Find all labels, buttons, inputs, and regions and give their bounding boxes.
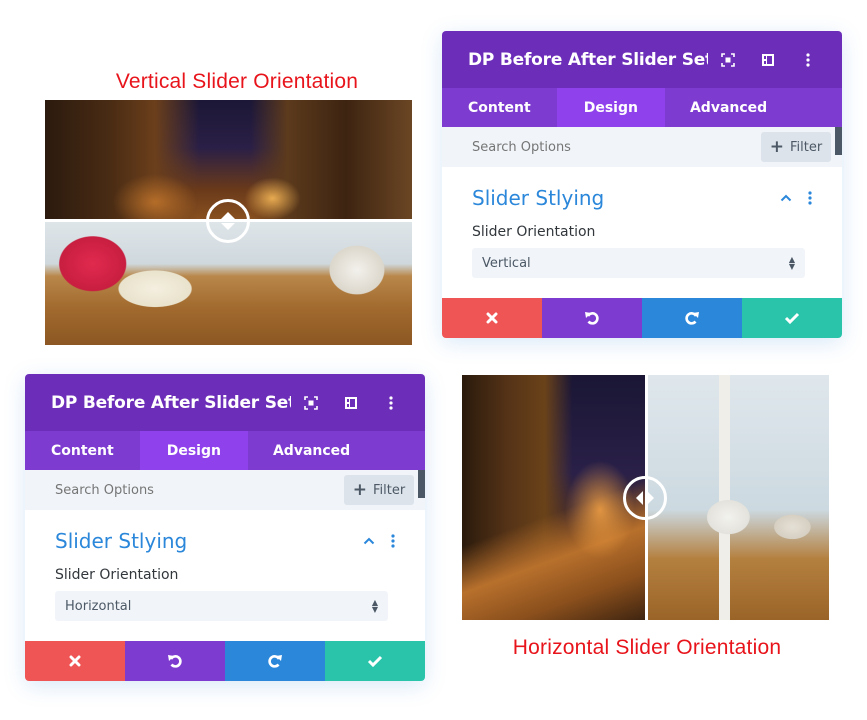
select-arrows-icon: ▲ ▼	[371, 598, 378, 614]
after-image-room-interior	[645, 375, 829, 620]
slider-orientation-select[interactable]: Horizontal ▲ ▼	[55, 591, 388, 621]
cancel-button[interactable]	[25, 641, 125, 681]
settings-panel-horizontal: DP Before After Slider Setti... Content …	[25, 374, 425, 681]
cancel-icon	[486, 312, 498, 324]
search-row: + Filter	[442, 127, 842, 167]
more-options-icon[interactable]	[371, 388, 411, 418]
section-options-icon[interactable]	[379, 534, 395, 548]
settings-panel-vertical: DP Before After Slider Setti... Content …	[442, 31, 842, 338]
section-options-icon[interactable]	[796, 191, 812, 205]
search-row: + Filter	[25, 470, 425, 510]
tab-content[interactable]: Content	[442, 88, 557, 127]
panel-footer	[442, 298, 842, 338]
panel-tabs: Content Design Advanced	[25, 431, 425, 470]
undo-icon	[168, 655, 182, 668]
save-button[interactable]	[325, 641, 425, 681]
horizontal-before-after-slider[interactable]	[462, 375, 829, 620]
cancel-button[interactable]	[442, 298, 542, 338]
search-options-input[interactable]	[472, 139, 761, 155]
before-image-night-street	[462, 375, 646, 620]
undo-icon	[585, 312, 599, 325]
panel-body: Slider Stlying Slider Orientation Horizo…	[25, 510, 425, 641]
plus-icon: +	[769, 136, 785, 157]
tab-advanced[interactable]: Advanced	[665, 88, 793, 127]
fullscreen-icon[interactable]	[291, 388, 331, 418]
split-view-icon[interactable]	[748, 45, 788, 75]
tab-advanced[interactable]: Advanced	[248, 431, 376, 470]
tab-content[interactable]: Content	[25, 431, 140, 470]
chevron-up-icon[interactable]	[776, 188, 796, 208]
redo-icon	[268, 655, 282, 668]
section-title: Slider Stlying	[472, 186, 605, 210]
select-value: Vertical	[482, 255, 531, 271]
filter-button[interactable]: + Filter	[344, 475, 414, 505]
tab-design[interactable]: Design	[139, 431, 248, 470]
section-header[interactable]: Slider Stlying	[55, 526, 395, 556]
more-options-icon[interactable]	[788, 45, 828, 75]
panel-header: DP Before After Slider Setti...	[25, 374, 425, 431]
slider-orientation-label: Slider Orientation	[55, 567, 179, 583]
vertical-before-after-slider[interactable]	[45, 100, 412, 345]
chevron-up-icon[interactable]	[359, 531, 379, 551]
panel-tabs: Content Design Advanced	[442, 88, 842, 127]
plus-icon: +	[352, 479, 368, 500]
slider-handle[interactable]	[206, 199, 250, 243]
filter-label: Filter	[373, 482, 406, 498]
panel-body: Slider Stlying Slider Orientation Vertic…	[442, 167, 842, 298]
undo-button[interactable]	[125, 641, 225, 681]
slider-handle[interactable]	[623, 476, 667, 520]
cancel-icon	[69, 655, 81, 667]
save-check-icon	[784, 312, 800, 324]
panel-header: DP Before After Slider Setti...	[442, 31, 842, 88]
filter-label: Filter	[790, 139, 823, 155]
section-header[interactable]: Slider Stlying	[472, 183, 812, 213]
panel-footer	[25, 641, 425, 681]
save-button[interactable]	[742, 298, 842, 338]
save-check-icon	[367, 655, 383, 667]
fullscreen-icon[interactable]	[708, 45, 748, 75]
search-options-input[interactable]	[55, 482, 344, 498]
vertical-orientation-caption: Vertical Slider Orientation	[115, 70, 359, 93]
scrollbar[interactable]	[418, 470, 425, 498]
horizontal-orientation-caption: Horizontal Slider Orientation	[512, 636, 782, 659]
tab-design[interactable]: Design	[556, 88, 665, 127]
split-view-icon[interactable]	[331, 388, 371, 418]
redo-button[interactable]	[642, 298, 742, 338]
slider-orientation-label: Slider Orientation	[472, 224, 596, 240]
slider-orientation-select[interactable]: Vertical ▲ ▼	[472, 248, 805, 278]
redo-button[interactable]	[225, 641, 325, 681]
panel-title: DP Before After Slider Setti...	[468, 49, 708, 70]
redo-icon	[685, 312, 699, 325]
scrollbar[interactable]	[835, 127, 842, 155]
select-arrows-icon: ▲ ▼	[788, 255, 795, 271]
panel-title: DP Before After Slider Setti...	[51, 392, 291, 413]
filter-button[interactable]: + Filter	[761, 132, 831, 162]
section-title: Slider Stlying	[55, 529, 188, 553]
select-value: Horizontal	[65, 598, 132, 614]
up-down-arrows-icon	[221, 212, 235, 230]
undo-button[interactable]	[542, 298, 642, 338]
left-right-arrows-icon	[636, 491, 654, 505]
